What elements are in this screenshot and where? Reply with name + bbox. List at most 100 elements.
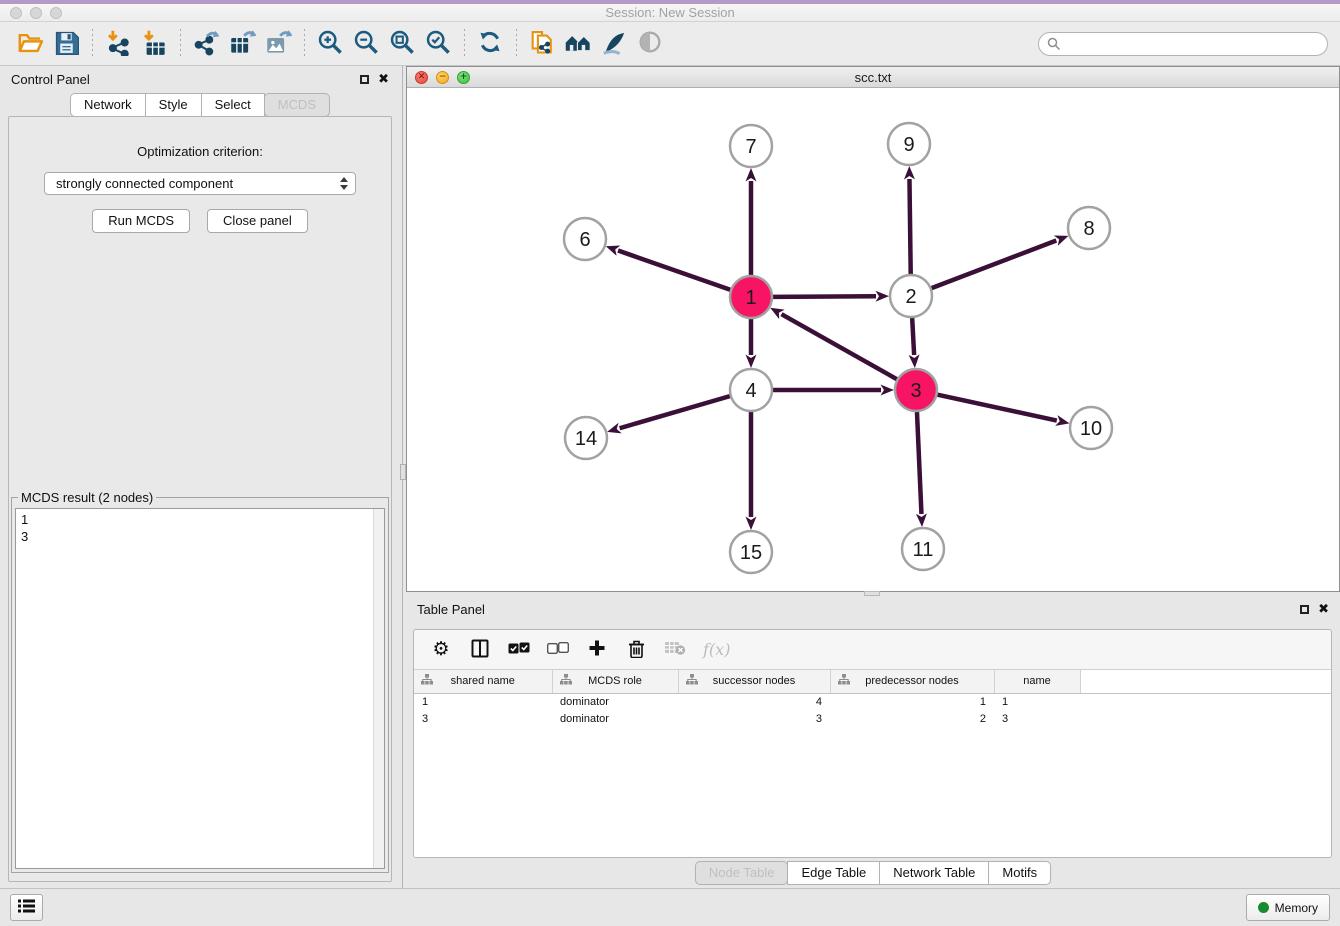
- maximize-window-button[interactable]: [50, 7, 62, 19]
- tab-network[interactable]: Network: [70, 93, 146, 117]
- cell-mcds-role[interactable]: dominator: [552, 693, 678, 710]
- cell-predecessor-nodes[interactable]: 1: [830, 693, 994, 710]
- graph-edge-3-11[interactable]: [917, 412, 921, 514]
- close-panel-icon[interactable]: ✖: [1318, 605, 1329, 614]
- cell-shared-name[interactable]: 1: [414, 693, 552, 710]
- first-neighbors-button[interactable]: [560, 27, 596, 61]
- column-header-name[interactable]: name: [994, 670, 1080, 693]
- import-network-button[interactable]: [100, 27, 136, 61]
- network-maximize-button[interactable]: +: [457, 71, 470, 84]
- minimize-window-button[interactable]: [30, 7, 42, 19]
- memory-button[interactable]: Memory: [1246, 894, 1330, 921]
- eye-button[interactable]: [632, 27, 668, 61]
- export-network-button[interactable]: [188, 27, 224, 61]
- tab-mcds[interactable]: MCDS: [264, 93, 330, 117]
- network-graph[interactable]: 7 9 6 8 1 2 4 3 14 10 15 11: [407, 88, 1339, 590]
- horizontal-splitter[interactable]: [406, 592, 1340, 596]
- column-header-shared-name[interactable]: shared name: [414, 670, 552, 693]
- show-graphics-button[interactable]: [596, 27, 632, 61]
- network-window-titlebar[interactable]: ✕ − + scc.txt: [407, 67, 1339, 88]
- close-panel-button[interactable]: Close panel: [207, 209, 308, 233]
- column-header-predecessor-nodes[interactable]: predecessor nodes: [830, 670, 994, 693]
- svg-text:7: 7: [745, 136, 756, 158]
- column-header-mcds-role[interactable]: MCDS role: [552, 670, 678, 693]
- graph-node-3[interactable]: 3: [895, 369, 937, 411]
- splitter-handle[interactable]: [864, 591, 880, 596]
- graph-edge-4-14[interactable]: [620, 396, 730, 428]
- cell-shared-name[interactable]: 3: [414, 710, 552, 727]
- show-column-button[interactable]: [469, 639, 491, 661]
- search-input[interactable]: [1038, 32, 1328, 56]
- graph-edge-2-3[interactable]: [912, 318, 914, 355]
- deselect-all-button[interactable]: [547, 639, 569, 661]
- mcds-result-text[interactable]: 1 3: [16, 509, 373, 868]
- optimization-criterion-dropdown[interactable]: strongly connected component: [44, 172, 356, 195]
- save-session-button[interactable]: [48, 27, 84, 61]
- graph-node-1[interactable]: 1: [730, 276, 772, 318]
- select-all-button[interactable]: [508, 639, 530, 661]
- graph-node-10[interactable]: 10: [1070, 407, 1112, 449]
- refresh-layout-button[interactable]: [472, 27, 508, 61]
- delete-column-button[interactable]: [625, 639, 647, 661]
- float-panel-icon[interactable]: [1300, 605, 1309, 614]
- copy-network-button[interactable]: [524, 27, 560, 61]
- cell-name[interactable]: 1: [994, 693, 1080, 710]
- table-row[interactable]: 1 dominator 4 1 1: [414, 693, 1331, 710]
- tab-node-table[interactable]: Node Table: [695, 861, 789, 885]
- graph-edge-2-8[interactable]: [932, 240, 1057, 288]
- graph-edge-3-1[interactable]: [781, 314, 896, 379]
- graph-edge-1-6[interactable]: [618, 251, 730, 290]
- graph-node-7[interactable]: 7: [730, 125, 772, 167]
- network-canvas[interactable]: 7 9 6 8 1 2 4 3 14 10 15 11: [407, 88, 1339, 591]
- task-history-button[interactable]: [10, 894, 43, 921]
- tab-network-table[interactable]: Network Table: [879, 861, 989, 885]
- cell-successor-nodes[interactable]: 4: [678, 693, 830, 710]
- graph-node-4[interactable]: 4: [730, 369, 772, 411]
- mcds-result-title: MCDS result (2 nodes): [18, 490, 156, 505]
- vertical-splitter[interactable]: [400, 66, 406, 888]
- column-header-successor-nodes[interactable]: successor nodes: [678, 670, 830, 693]
- network-view-window: ✕ − + scc.txt 7 9 6 8 1 2 4 3 14 10 15 11: [406, 66, 1340, 592]
- table-settings-button[interactable]: ⚙: [430, 639, 452, 661]
- svg-text:10: 10: [1080, 418, 1102, 440]
- cell-name[interactable]: 3: [994, 710, 1080, 727]
- network-minimize-button[interactable]: −: [436, 71, 449, 84]
- delete-table-button[interactable]: [664, 639, 686, 661]
- graph-node-2[interactable]: 2: [890, 275, 932, 317]
- close-panel-icon[interactable]: ✖: [378, 75, 389, 84]
- open-session-button[interactable]: [12, 27, 48, 61]
- export-network-icon: [193, 29, 220, 59]
- export-table-button[interactable]: [224, 27, 260, 61]
- add-column-button[interactable]: [586, 639, 608, 661]
- zoom-out-button[interactable]: [348, 27, 384, 61]
- zoom-in-button[interactable]: [312, 27, 348, 61]
- graph-node-8[interactable]: 8: [1068, 207, 1110, 249]
- graph-edge-3-10[interactable]: [937, 395, 1056, 421]
- graph-node-9[interactable]: 9: [888, 123, 930, 165]
- tab-select[interactable]: Select: [201, 93, 265, 117]
- close-window-button[interactable]: [10, 7, 22, 19]
- graph-node-6[interactable]: 6: [564, 218, 606, 260]
- tab-edge-table[interactable]: Edge Table: [787, 861, 880, 885]
- cell-predecessor-nodes[interactable]: 2: [830, 710, 994, 727]
- graph-node-11[interactable]: 11: [902, 528, 944, 570]
- graph-node-15[interactable]: 15: [730, 531, 772, 573]
- table-row[interactable]: 3 dominator 3 2 3: [414, 710, 1331, 727]
- zoom-fit-button[interactable]: [384, 27, 420, 61]
- result-scrollbar[interactable]: [373, 509, 384, 868]
- graph-node-14[interactable]: 14: [565, 417, 607, 459]
- run-mcds-button[interactable]: Run MCDS: [92, 209, 190, 233]
- function-builder-button[interactable]: f(x): [703, 639, 730, 661]
- tab-motifs[interactable]: Motifs: [988, 861, 1051, 885]
- graph-edge-2-9[interactable]: [909, 179, 910, 274]
- graph-edge-1-2[interactable]: [773, 296, 876, 297]
- tab-style[interactable]: Style: [145, 93, 202, 117]
- network-close-button[interactable]: ✕: [415, 71, 428, 84]
- zoom-selected-button[interactable]: [420, 27, 456, 61]
- float-panel-icon[interactable]: [360, 75, 369, 84]
- cell-successor-nodes[interactable]: 3: [678, 710, 830, 727]
- cell-mcds-role[interactable]: dominator: [552, 710, 678, 727]
- splitter-handle[interactable]: [400, 464, 406, 480]
- export-image-button[interactable]: [260, 27, 296, 61]
- import-table-button[interactable]: [136, 27, 172, 61]
